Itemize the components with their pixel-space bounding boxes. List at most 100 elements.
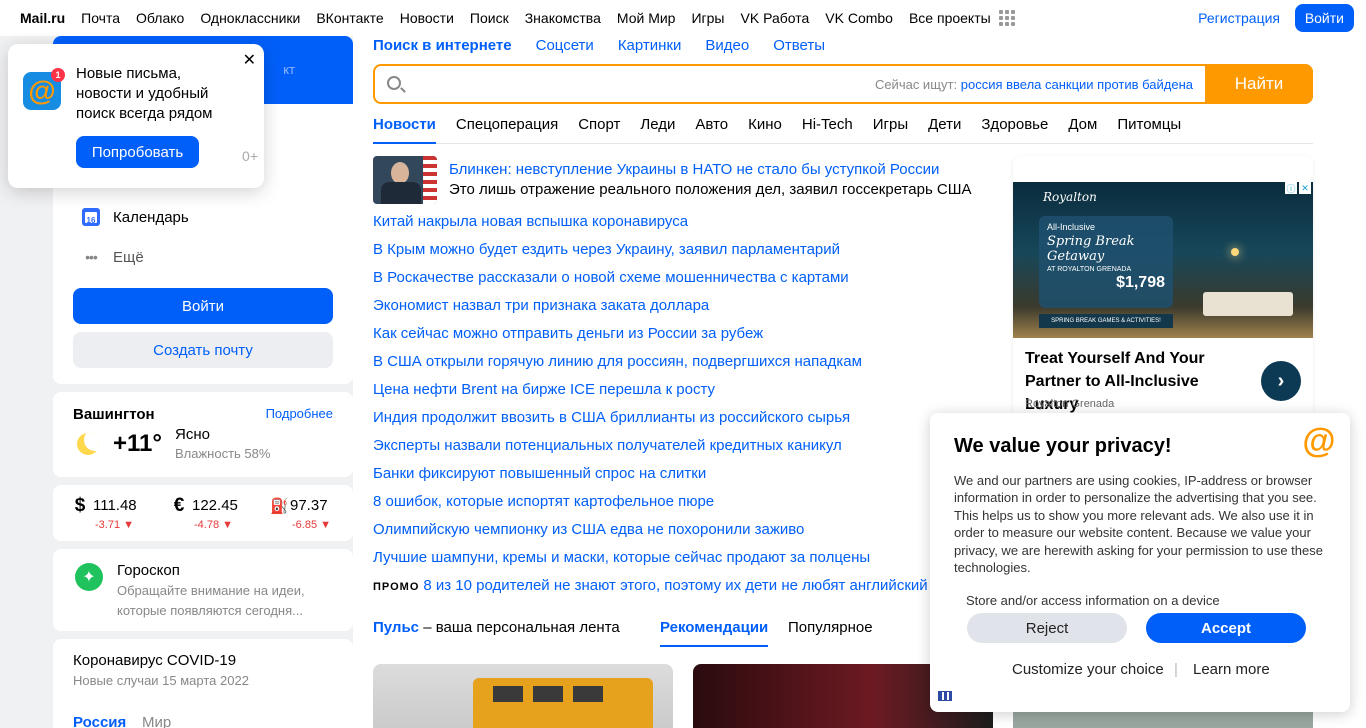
news-item[interactable]: В США открыли горячую линию для россиян,… — [373, 353, 870, 381]
nav-item-news[interactable]: Новости — [400, 10, 454, 26]
promo-text[interactable]: 8 из 10 родителей не знают этого, поэтом… — [423, 577, 927, 594]
news-item[interactable]: В Роскачестве рассказали о новой схеме м… — [373, 269, 870, 297]
lead-news-title[interactable]: Блинкен: невступление Украины в НАТО не … — [449, 161, 939, 178]
ad-close-icon[interactable]: ✕ — [1299, 182, 1311, 194]
nav-item-vk-combo[interactable]: VK Combo — [825, 10, 893, 26]
tab-games[interactable]: Игры — [873, 116, 908, 133]
mailru-logo-link[interactable]: Mail.ru — [20, 10, 65, 26]
tab-kids[interactable]: Дети — [928, 116, 961, 133]
nav-item-mail[interactable]: Почта — [81, 10, 120, 26]
calendar-label: Календарь — [113, 208, 189, 226]
nav-item-dating[interactable]: Знакомства — [525, 10, 601, 26]
accept-button[interactable]: Accept — [1146, 613, 1306, 643]
language-flag-icon[interactable] — [938, 691, 952, 701]
pulse-tagline: – ваша персональная лента — [419, 619, 620, 636]
mail-app-icon: @1 — [23, 68, 65, 110]
pulse-link[interactable]: Пульс — [373, 619, 419, 636]
close-icon[interactable]: ✕ — [243, 50, 256, 70]
tab-news[interactable]: Новости — [373, 116, 436, 133]
news-item[interactable]: Цена нефти Brent на бирже ICE перешла к … — [373, 381, 870, 409]
news-item[interactable]: 8 ошибок, которые испортят картофельное … — [373, 493, 870, 521]
weather-condition: Ясно — [175, 426, 210, 443]
horoscope-desc: Обращайте внимание на идеи, которые появ… — [117, 583, 305, 618]
active-tab-indicator — [373, 142, 436, 144]
create-mail-button[interactable]: Создать почту — [73, 332, 333, 368]
news-item[interactable]: Как сейчас можно отправить деньги из Рос… — [373, 325, 870, 353]
rate-change: -4.78 ▼ — [194, 519, 234, 531]
tab-home[interactable]: Дом — [1068, 116, 1097, 133]
moon-icon — [77, 433, 99, 455]
more-link[interactable]: ••• Ещё — [81, 247, 144, 267]
news-item[interactable]: Китай накрыла новая вспышка коронавируса — [373, 213, 870, 241]
mail-login-button[interactable]: Войти — [73, 288, 333, 324]
news-item[interactable]: Эксперты назвали потенциальных получател… — [373, 437, 870, 465]
search-tab-answers[interactable]: Ответы — [773, 37, 825, 54]
popup-text: Новые письма, новости и удобный поиск вс… — [76, 65, 213, 122]
news-item[interactable]: В Крым можно будет ездить через Украину,… — [373, 241, 870, 269]
ad-banner[interactable]: Royalton All-Inclusive Spring Break Geta… — [1013, 156, 1313, 418]
nav-item-vk-work[interactable]: VK Работа — [741, 10, 810, 26]
ad-info-icon[interactable]: ⓘ — [1285, 182, 1297, 194]
tab-special-operation[interactable]: Спецоперация — [456, 116, 558, 133]
login-button[interactable]: Войти — [1294, 4, 1354, 32]
news-item[interactable]: Индия продолжит ввозить в США бриллианты… — [373, 409, 870, 437]
search-button[interactable]: Найти — [1205, 64, 1313, 104]
nav-item-my-world[interactable]: Мой Мир — [617, 10, 676, 26]
weather-temperature: +11° — [113, 430, 162, 457]
rate-usd[interactable]: $ 111.48 -3.71 ▼ — [73, 495, 137, 531]
covid-tab-russia[interactable]: Россия — [73, 714, 126, 728]
tab-hitech[interactable]: Hi-Tech — [802, 116, 853, 133]
rate-oil[interactable]: ⛽ 97.37 -6.85 ▼ — [270, 495, 331, 531]
weather-widget: Вашингтон Подробнее +11° Ясно Влажность … — [53, 392, 353, 477]
search-tab-social[interactable]: Соцсети — [536, 37, 594, 54]
apps-grid-icon[interactable] — [998, 10, 1015, 26]
weather-city: Вашингтон — [73, 406, 155, 423]
tab-pets[interactable]: Питомцы — [1117, 116, 1181, 133]
register-link[interactable]: Регистрация — [1198, 10, 1280, 26]
more-label: Ещё — [113, 248, 144, 266]
pulse-header: Пульс – ваша персональная лента — [373, 619, 620, 636]
search-tab-video[interactable]: Видео — [705, 37, 749, 54]
tab-sport[interactable]: Спорт — [578, 116, 620, 133]
tab-auto[interactable]: Авто — [695, 116, 728, 133]
calendar-link[interactable]: 16 Календарь — [81, 207, 189, 227]
learn-more-link[interactable]: Learn more — [1193, 661, 1270, 678]
nav-item-search[interactable]: Поиск — [470, 10, 509, 26]
news-item[interactable]: Экономист назвал три признака заката дол… — [373, 297, 870, 325]
news-item[interactable]: Олимпийскую чемпионку из США едва не пох… — [373, 521, 870, 549]
weather-more-link[interactable]: Подробнее — [266, 406, 333, 421]
covid-title: Коронавирус COVID-19 — [73, 652, 237, 669]
promo-news-item[interactable]: ПРОМО 8 из 10 родителей не знают этого, п… — [373, 577, 928, 594]
nav-item-games[interactable]: Игры — [691, 10, 724, 26]
search-tab-web[interactable]: Поиск в интернете — [373, 37, 512, 54]
search-input[interactable]: Сейчас ищут: россия ввела санкции против… — [373, 64, 1313, 104]
news-item[interactable]: Банки фиксируют повышенный спрос на слит… — [373, 465, 870, 493]
chevron-right-icon[interactable]: › — [1261, 361, 1301, 401]
tab-lady[interactable]: Леди — [640, 116, 675, 133]
tab-health[interactable]: Здоровье — [981, 116, 1048, 133]
tab-popular[interactable]: Популярное — [788, 619, 873, 636]
dollar-icon: $ — [74, 495, 86, 516]
ad-controls[interactable]: ⓘ ✕ — [1285, 182, 1311, 194]
nav-item-vk[interactable]: ВКонтакте — [316, 10, 383, 26]
search-tab-images[interactable]: Картинки — [618, 37, 682, 54]
feed-card-image[interactable] — [373, 664, 673, 728]
tab-cinema[interactable]: Кино — [748, 116, 782, 133]
lead-news-image[interactable] — [373, 156, 437, 204]
news-item[interactable]: Лучшие шампуни, кремы и маски, которые с… — [373, 549, 870, 577]
nav-item-cloud[interactable]: Облако — [136, 10, 184, 26]
nav-item-all-projects[interactable]: Все проекты — [909, 10, 991, 26]
ad-image[interactable]: Royalton All-Inclusive Spring Break Geta… — [1013, 182, 1313, 338]
rate-eur[interactable]: € 122.45 -4.78 ▼ — [172, 495, 238, 531]
cookie-purpose: Store and/or access information on a dev… — [966, 593, 1220, 608]
vk-login-label[interactable]: кт — [283, 62, 295, 77]
covid-tab-world[interactable]: Мир — [142, 714, 171, 728]
horoscope-widget[interactable]: ✦ Гороскоп Обращайте внимание на идеи, к… — [53, 549, 353, 631]
trending-query-link[interactable]: россия ввела санкции против байдена — [961, 77, 1193, 92]
customize-choice-link[interactable]: Customize your choice — [1012, 661, 1164, 678]
nav-item-ok[interactable]: Одноклассники — [200, 10, 300, 26]
tab-recommendations[interactable]: Рекомендации — [660, 619, 768, 636]
try-button[interactable]: Попробовать — [76, 136, 199, 168]
reject-button[interactable]: Reject — [967, 613, 1127, 643]
currency-rates-widget[interactable]: $ 111.48 -3.71 ▼ € 122.45 -4.78 ▼ ⛽ 97.3… — [53, 485, 353, 541]
